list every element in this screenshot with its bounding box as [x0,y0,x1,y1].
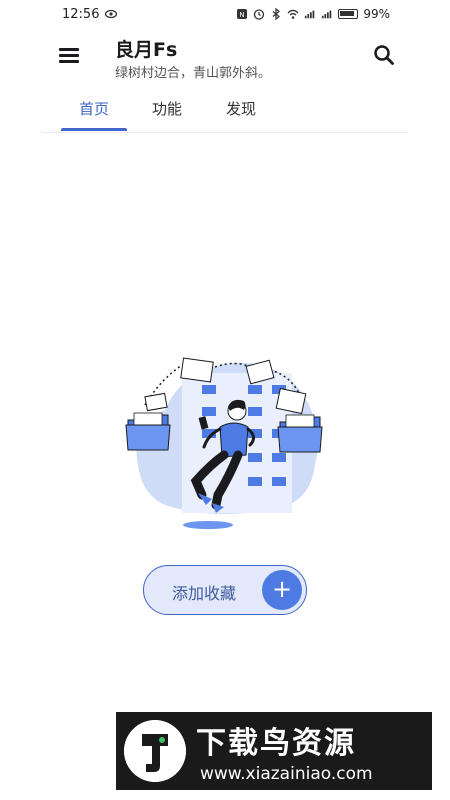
menu-icon-bar [59,54,79,57]
page-title: 良月Fs [115,39,178,61]
signal-icon-2 [322,10,332,19]
add-favorite-button[interactable]: 添加收藏 + [143,565,307,615]
tab-discover[interactable]: 发现 [226,98,256,119]
page-subtitle: 绿树村边合，青山郭外斜。 [115,66,272,81]
menu-icon [59,48,79,51]
status-left: 12:56 [62,6,118,22]
nfc-icon: N [237,9,248,19]
watermark-banner: 下载鸟资源 www.xiazainiao.com [116,712,432,790]
bird-logo-icon [124,720,186,782]
status-time: 12:56 [62,6,100,22]
watermark-brand: 下载鸟资源 [196,726,356,761]
tab-home[interactable]: 首页 [79,98,109,119]
bluetooth-icon [272,8,281,20]
menu-button[interactable] [54,40,84,70]
eye-icon [105,9,118,19]
search-icon[interactable] [370,41,398,69]
status-bar: 12:56 N 99% [0,0,450,28]
app-bar: 良月Fs 绿树村边合，青山郭外斜。 [0,28,450,90]
battery-percent: 99% [363,7,390,21]
empty-folder-illustration [125,357,323,529]
plus-icon: + [262,570,302,610]
alarm-icon [254,9,265,20]
status-right: N 99% [236,7,390,21]
menu-icon-bar [59,60,79,63]
tab-indicator [61,128,127,131]
add-favorite-label: 添加收藏 [172,584,237,603]
svg-text:N: N [240,11,245,19]
wifi-icon [287,9,299,19]
watermark-url: www.xiazainiao.com [200,764,373,784]
signal-icon [305,10,315,19]
battery-icon [338,9,359,19]
tab-bar: 首页 功能 发现 [42,90,408,133]
tab-features[interactable]: 功能 [152,98,182,119]
